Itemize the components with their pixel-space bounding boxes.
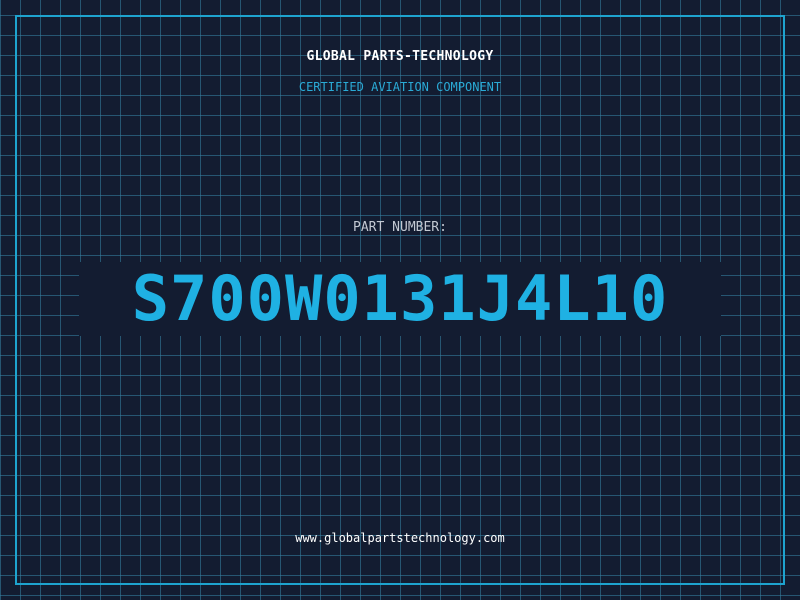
company-name: GLOBAL PARTS-TECHNOLOGY <box>306 49 494 64</box>
certificate-page: GLOBAL PARTS-TECHNOLOGY CERTIFIED AVIATI… <box>0 0 800 600</box>
part-number-value: S700W0131J4L10 <box>79 262 721 336</box>
part-number-label: PART NUMBER: <box>353 220 447 235</box>
certification-subtitle: CERTIFIED AVIATION COMPONENT <box>298 80 502 94</box>
website-url: www.globalpartstechnology.com <box>295 531 505 545</box>
